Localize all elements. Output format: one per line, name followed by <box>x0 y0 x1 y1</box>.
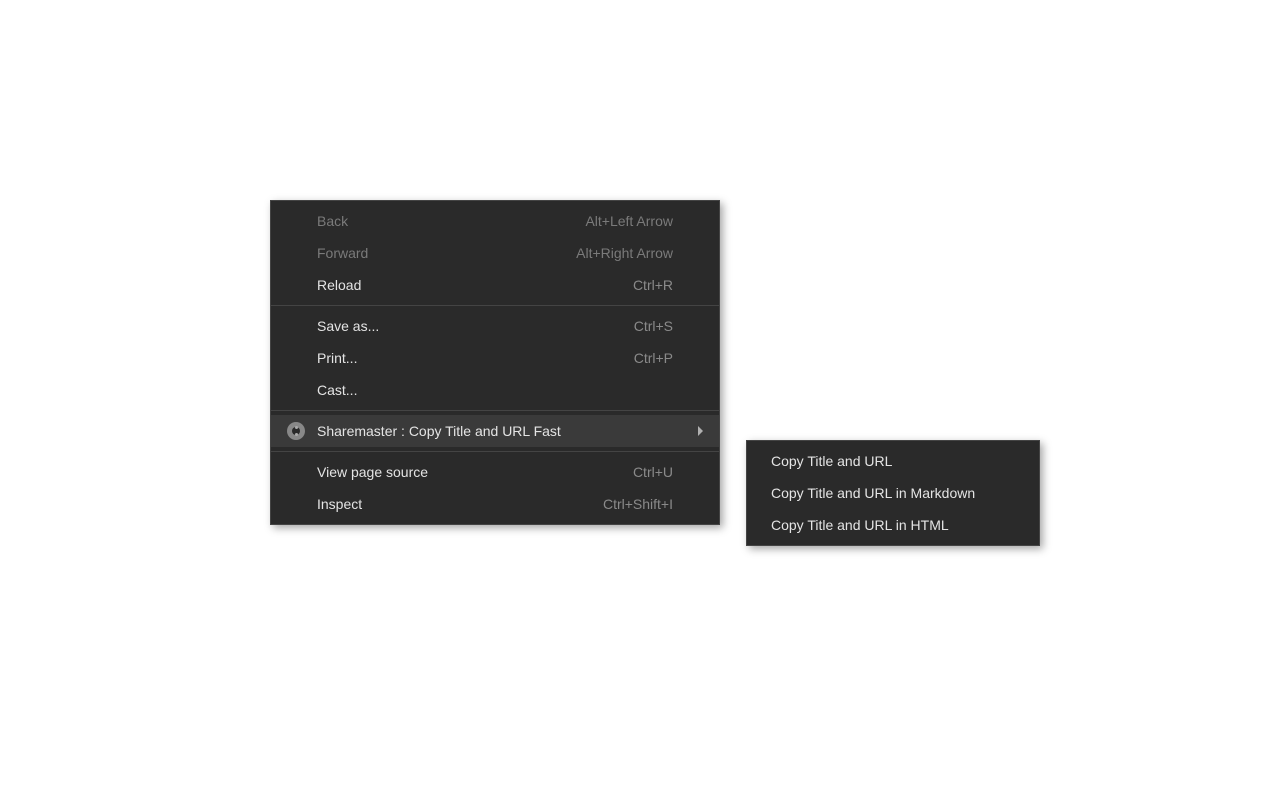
extension-icon <box>287 422 305 440</box>
menu-item-label: Save as... <box>317 318 634 334</box>
menu-item-label: Reload <box>317 277 633 293</box>
menu-item-shortcut: Ctrl+U <box>633 464 673 480</box>
menu-item-label: Cast... <box>317 382 673 398</box>
menu-item-label: Back <box>317 213 585 229</box>
menu-item-shortcut: Ctrl+S <box>634 318 673 334</box>
context-menu: Back Alt+Left Arrow Forward Alt+Right Ar… <box>270 200 720 525</box>
submenu-item-copy-title-url-html[interactable]: Copy Title and URL in HTML <box>747 509 1039 541</box>
menu-item-shortcut: Alt+Left Arrow <box>585 213 673 229</box>
submenu-item-label: Copy Title and URL in HTML <box>771 517 1015 533</box>
menu-separator <box>271 305 719 306</box>
menu-item-label: Inspect <box>317 496 603 512</box>
menu-item-label: Forward <box>317 245 576 261</box>
menu-item-forward[interactable]: Forward Alt+Right Arrow <box>271 237 719 269</box>
menu-item-cast[interactable]: Cast... <box>271 374 719 406</box>
menu-item-shortcut: Ctrl+R <box>633 277 673 293</box>
sharemaster-submenu: Copy Title and URL Copy Title and URL in… <box>746 440 1040 546</box>
menu-item-sharemaster[interactable]: Sharemaster : Copy Title and URL Fast <box>271 415 719 447</box>
submenu-item-copy-title-url[interactable]: Copy Title and URL <box>747 445 1039 477</box>
menu-item-view-source[interactable]: View page source Ctrl+U <box>271 456 719 488</box>
submenu-item-label: Copy Title and URL <box>771 453 1015 469</box>
menu-item-reload[interactable]: Reload Ctrl+R <box>271 269 719 301</box>
menu-separator <box>271 451 719 452</box>
menu-item-label: View page source <box>317 464 633 480</box>
menu-item-shortcut: Alt+Right Arrow <box>576 245 673 261</box>
menu-separator <box>271 410 719 411</box>
submenu-item-label: Copy Title and URL in Markdown <box>771 485 1015 501</box>
menu-item-print[interactable]: Print... Ctrl+P <box>271 342 719 374</box>
menu-item-shortcut: Ctrl+Shift+I <box>603 496 673 512</box>
menu-item-inspect[interactable]: Inspect Ctrl+Shift+I <box>271 488 719 520</box>
menu-item-back[interactable]: Back Alt+Left Arrow <box>271 205 719 237</box>
menu-item-shortcut: Ctrl+P <box>634 350 673 366</box>
menu-item-label: Sharemaster : Copy Title and URL Fast <box>317 423 673 439</box>
menu-item-save-as[interactable]: Save as... Ctrl+S <box>271 310 719 342</box>
menu-item-label: Print... <box>317 350 634 366</box>
chevron-right-icon <box>698 426 703 436</box>
submenu-item-copy-title-url-markdown[interactable]: Copy Title and URL in Markdown <box>747 477 1039 509</box>
